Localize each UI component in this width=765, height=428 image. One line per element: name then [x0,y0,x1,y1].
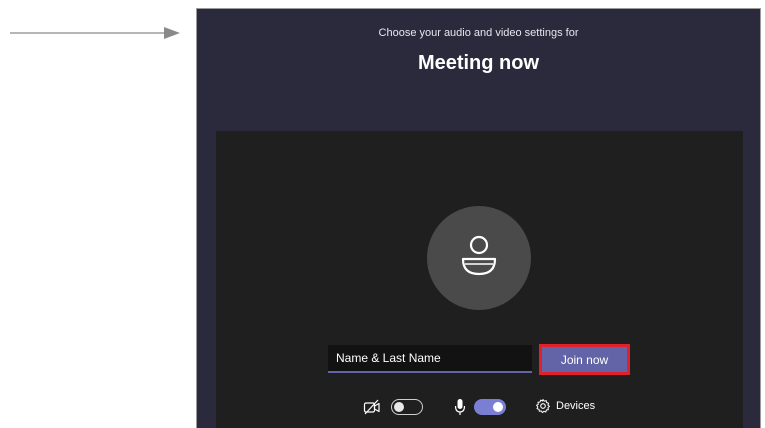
camera-toggle[interactable] [391,399,423,415]
meeting-title: Meeting now [417,52,540,74]
devices-button[interactable]: Devices [535,396,605,418]
device-controls: Devices [216,396,743,418]
name-input[interactable] [328,345,532,373]
meeting-prejoin-window: Choose your audio and video settings for… [196,8,761,428]
join-now-button[interactable]: Join now [539,344,630,375]
microphone-toggle-knob [493,402,503,412]
gear-icon [536,399,550,414]
settings-subtitle: Choose your audio and video settings for [378,27,579,39]
video-preview: Join now [216,131,743,428]
microphone-toggle[interactable] [474,399,506,415]
camera-toggle-knob [394,401,404,412]
avatar [427,206,531,310]
microphone-icon [454,399,466,415]
camera-off-icon [363,399,380,415]
devices-label: Devices [556,400,596,412]
person-icon [461,235,497,276]
annotation-arrow [10,27,180,39]
